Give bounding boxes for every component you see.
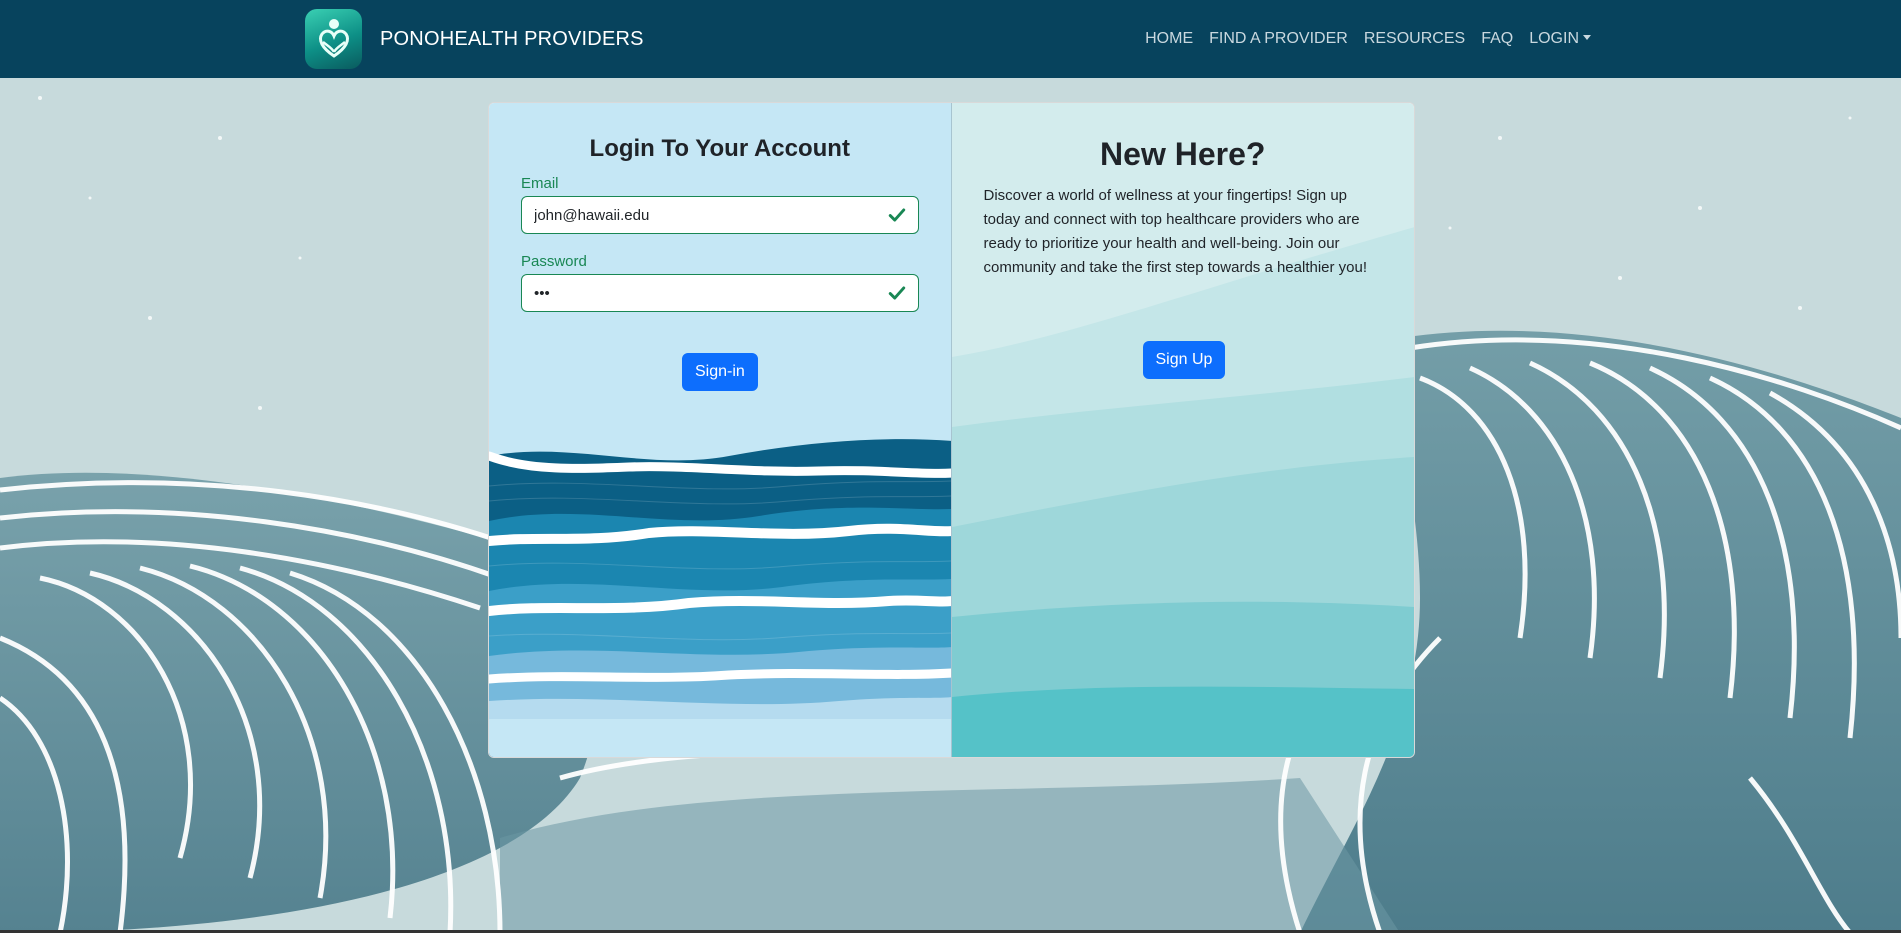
caret-down-icon [1583,35,1591,40]
nav-find-a-provider[interactable]: FIND A PROVIDER [1209,30,1348,48]
password-valid-check-icon [888,286,906,300]
hands-heart-logo-icon [305,9,362,69]
password-field[interactable] [521,274,919,312]
signup-button[interactable]: Sign Up [1142,341,1226,379]
brand-name: PONOHEALTH PROVIDERS [380,27,644,50]
login-title: Login To Your Account [589,135,850,162]
nav-links: HOME FIND A PROVIDER RESOURCES FAQ LOGIN [1145,0,1591,78]
brand-link[interactable]: PONOHEALTH PROVIDERS [305,9,644,69]
login-panel: Login To Your Account Email Password Sig… [489,103,952,757]
nav-home[interactable]: HOME [1145,30,1193,48]
nav-faq[interactable]: FAQ [1481,30,1513,48]
signup-panel: New Here? Discover a world of wellness a… [951,103,1414,757]
auth-card: Login To Your Account Email Password Sig… [488,102,1415,758]
email-valid-check-icon [888,208,906,222]
email-field[interactable] [521,196,919,234]
nav-login-dropdown[interactable]: LOGIN [1529,30,1591,48]
ocean-waves-illustration [489,439,951,757]
signup-description: Discover a world of wellness at your fin… [983,187,1368,276]
teal-layers-illustration [951,227,1414,757]
email-label: Email [521,175,559,192]
signin-button[interactable]: Sign-in [682,353,758,391]
nav-login-label: LOGIN [1529,30,1579,47]
top-navbar: PONOHEALTH PROVIDERS HOME FIND A PROVIDE… [0,0,1901,78]
new-here-title: New Here? [1100,136,1266,172]
nav-resources[interactable]: RESOURCES [1364,30,1465,48]
password-label: Password [521,253,587,270]
